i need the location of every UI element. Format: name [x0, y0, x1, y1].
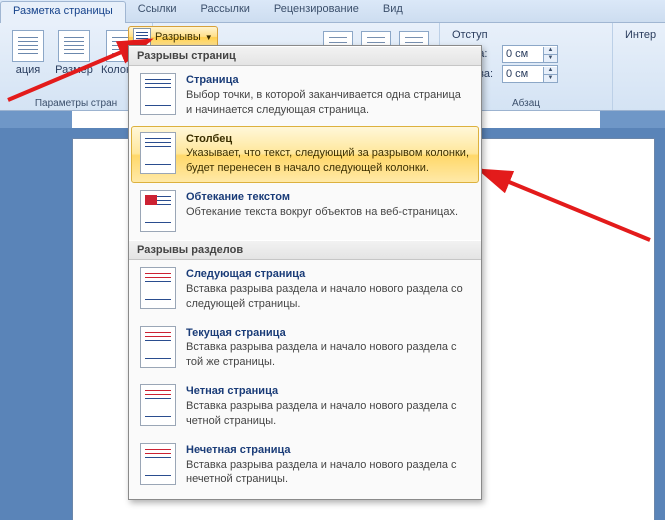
menu-item-next-title: Следующая страница	[186, 267, 470, 282]
page-break-icon	[140, 73, 176, 115]
tab-page-layout[interactable]: Разметка страницы	[0, 1, 126, 23]
menu-item-text-wrapping[interactable]: Обтекание текстом Обтекание текста вокру…	[131, 184, 479, 239]
indent-right-spinner[interactable]: ▲▼	[543, 67, 557, 82]
group-spacing: Интер	[613, 23, 665, 111]
menu-item-next-desc: Вставка разрыва раздела и начало нового …	[186, 282, 470, 312]
menu-item-page[interactable]: Страница Выбор точки, в которой заканчив…	[131, 67, 479, 125]
menu-item-page-title: Страница	[186, 73, 470, 88]
orientation-label: ация	[16, 64, 41, 76]
tab-references[interactable]: Ссылки	[126, 0, 189, 22]
menu-item-even-page[interactable]: Четная страница Вставка разрыва раздела …	[131, 378, 479, 436]
menu-item-even-title: Четная страница	[186, 384, 470, 399]
menu-item-column-desc: Указывает, что текст, следующий за разры…	[186, 146, 470, 176]
menu-item-cont-desc: Вставка разрыва раздела и начало нового …	[186, 340, 470, 370]
indent-left-spinner[interactable]: ▲▼	[543, 47, 557, 62]
size-icon	[58, 30, 90, 62]
ribbon-tabs: Разметка страницы Ссылки Рассылки Реценз…	[0, 0, 665, 23]
menu-item-odd-desc: Вставка разрыва раздела и начало нового …	[186, 458, 470, 488]
orientation-icon	[12, 30, 44, 62]
tab-mailings[interactable]: Рассылки	[189, 0, 262, 22]
spacing-heading: Интер	[625, 29, 656, 41]
menu-item-wrap-desc: Обтекание текста вокруг объектов на веб-…	[186, 205, 470, 220]
indent-left-value: 0 см	[503, 48, 543, 60]
menu-item-column-title: Столбец	[186, 132, 470, 147]
menu-item-wrap-title: Обтекание текстом	[186, 190, 470, 205]
indent-heading: Отступ	[452, 29, 600, 41]
breaks-icon	[133, 28, 151, 46]
size-button[interactable]: Размер	[52, 25, 96, 77]
indent-right-value: 0 см	[503, 68, 543, 80]
page-breaks-header: Разрывы страниц	[129, 46, 481, 66]
size-label: Размер	[55, 64, 93, 76]
column-break-icon	[140, 132, 176, 174]
tab-view[interactable]: Вид	[371, 0, 415, 22]
orientation-button[interactable]: ация	[6, 25, 50, 77]
indent-right-field[interactable]: 0 см ▲▼	[502, 65, 558, 83]
continuous-icon	[140, 326, 176, 368]
breaks-label: Разрывы	[155, 31, 201, 43]
chevron-down-icon: ▼	[205, 33, 213, 42]
menu-item-cont-title: Текущая страница	[186, 326, 470, 341]
text-wrapping-icon	[140, 190, 176, 232]
indent-left-field[interactable]: 0 см ▲▼	[502, 45, 558, 63]
menu-item-odd-title: Нечетная страница	[186, 443, 470, 458]
breaks-menu: Разрывы страниц Страница Выбор точки, в …	[128, 45, 482, 500]
odd-page-icon	[140, 443, 176, 485]
menu-item-next-page[interactable]: Следующая страница Вставка разрыва разде…	[131, 261, 479, 319]
next-page-icon	[140, 267, 176, 309]
menu-item-odd-page[interactable]: Нечетная страница Вставка разрыва раздел…	[131, 437, 479, 495]
tab-review[interactable]: Рецензирование	[262, 0, 371, 22]
section-breaks-header: Разрывы разделов	[129, 240, 481, 260]
even-page-icon	[140, 384, 176, 426]
menu-item-column[interactable]: Столбец Указывает, что текст, следующий …	[131, 126, 479, 184]
menu-item-even-desc: Вставка разрыва раздела и начало нового …	[186, 399, 470, 429]
menu-item-continuous[interactable]: Текущая страница Вставка разрыва раздела…	[131, 320, 479, 378]
menu-item-page-desc: Выбор точки, в которой заканчивается одн…	[186, 88, 470, 118]
